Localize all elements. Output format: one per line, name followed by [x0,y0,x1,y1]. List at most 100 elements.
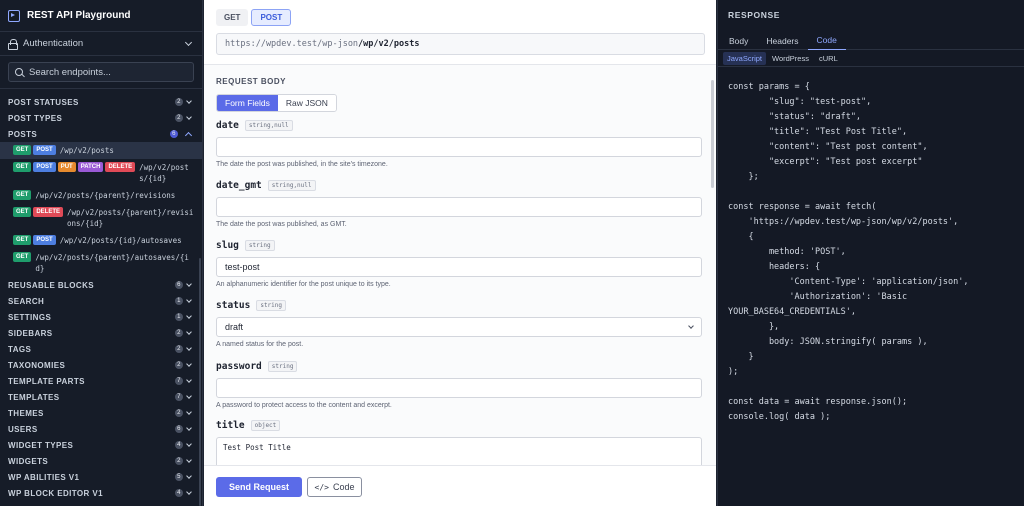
method-tab-post[interactable]: POST [251,9,292,26]
slug-input[interactable]: test-post [216,257,702,277]
chevron-down-icon [186,280,192,287]
method-badges: GET [13,190,32,200]
route-item[interactable]: GET/wp/v2/posts/{parent}/autosaves/{id} [0,249,202,277]
route-path: /wp/v2/posts/{parent}/revisions [35,191,176,200]
category-posts[interactable]: POSTS 6 [0,126,202,142]
chevron-down-icon [186,113,192,120]
authentication-label: Authentication [23,38,84,49]
date-input[interactable] [216,137,702,157]
app-header: REST API Playground [0,0,202,32]
language-tabs: JavaScript WordPress cURL [718,51,1024,67]
category-post-types[interactable]: POST TYPES 2 [0,110,202,126]
category-users[interactable]: USERS 6 [0,421,202,437]
method-badge-get: GET [13,162,32,172]
category-themes[interactable]: THEMES 2 [0,405,202,421]
lang-tab-javascript[interactable]: JavaScript [723,52,767,65]
method-tab-get[interactable]: GET [216,9,249,26]
category-wp-abilities-v1[interactable]: WP ABILITIES V1 5 [0,469,202,485]
route-item[interactable]: GET DELETE/wp/v2/posts/{parent}/revisions… [0,204,202,232]
chevron-up-icon [184,131,193,139]
category-widgets[interactable]: WIDGETS 2 [0,453,202,469]
category-count: 2 [175,409,183,417]
route-item[interactable]: GET/wp/v2/posts/{parent}/revisions [0,187,202,204]
password-input[interactable] [216,378,702,398]
route-path: /wp/v2/posts/{id} [139,163,189,183]
field-title: title object Test Post Title [216,419,702,465]
search-box [8,62,194,82]
send-request-button[interactable]: Send Request [216,477,302,497]
category-taxonomies[interactable]: TAXONOMIES 2 [0,357,202,373]
category-count: 4 [175,489,183,497]
category-count: 2 [175,98,183,106]
title-textarea[interactable]: Test Post Title [216,437,702,465]
route-path: /wp/v2/posts/{id}/autosaves [59,236,182,245]
chevron-down-icon [186,344,192,351]
route-item[interactable]: GET POST PUT PATCH DELETE/wp/v2/posts/{id} [0,159,202,187]
tab-form-fields[interactable]: Form Fields [217,95,278,111]
sidebar: REST API Playground Authentication POST … [0,0,203,506]
chevron-down-icon [186,328,192,335]
route-item[interactable]: GET POST/wp/v2/posts/{id}/autosaves [0,232,202,249]
authentication-toggle[interactable]: Authentication [0,32,202,56]
search-input[interactable] [29,66,179,78]
tab-body[interactable]: Body [720,31,757,50]
search-area [0,56,202,89]
category-wp-block-editor-v1[interactable]: WP BLOCK EDITOR V1 4 [0,485,202,501]
category-count: 7 [175,377,183,385]
category-count: 2 [175,329,183,337]
field-type-badge: string,null [267,180,316,191]
category-label: REUSABLE BLOCKS [8,280,95,290]
category-label: POST TYPES [8,113,63,123]
form-scrollbar[interactable] [711,80,714,188]
method-badges: GET DELETE [13,207,64,217]
category-label: TAXONOMIES [8,360,66,370]
field-description: The date the post was published, in the … [216,161,388,168]
category-settings[interactable]: SETTINGS 1 [0,309,202,325]
category-post-statuses[interactable]: POST STATUSES 2 [0,94,202,110]
tab-headers[interactable]: Headers [757,31,807,50]
field-description: A named status for the post. [216,341,304,348]
category-reusable-blocks[interactable]: REUSABLE BLOCKS 6 [0,277,202,293]
sidebar-scrollbar[interactable] [199,258,201,506]
code-icon: </> [314,482,329,492]
code-button[interactable]: </> Code [307,477,362,497]
chevron-down-icon [186,424,192,431]
category-count: 1 [175,313,183,321]
category-widget-types[interactable]: WIDGET TYPES 4 [0,437,202,453]
category-template-parts[interactable]: TEMPLATE PARTS 7 [0,373,202,389]
field-description: A password to protect access to the cont… [216,402,392,409]
tab-raw-json[interactable]: Raw JSON [277,95,336,111]
category-count: 2 [175,345,183,353]
method-badge-get: GET [13,145,32,155]
chevron-down-icon [186,408,192,415]
route-path: /wp/v2/posts/{parent}/autosaves/{id} [35,253,189,273]
category-count: 7 [175,393,183,401]
status-select[interactable]: draft [216,317,702,337]
route-path: /wp/v2/posts/{parent}/revisions/{id} [67,208,194,228]
body-mode-tabs: Form Fields Raw JSON [216,94,337,112]
field-header: date string,null [216,119,702,132]
category-label: SETTINGS [8,312,52,322]
tab-code[interactable]: Code [807,31,846,50]
method-badge-put: PUT [57,162,76,172]
lang-tab-curl[interactable]: cURL [815,52,842,65]
category-tags[interactable]: TAGS 2 [0,341,202,357]
field-description: An alphanumeric identifier for the post … [216,281,391,288]
date-gmt-input[interactable] [216,197,702,217]
url-field[interactable]: https://wpdev.test/wp-json/wp/v2/posts [216,33,705,55]
field-name: date [216,120,239,131]
field-slug: slug string test-post An alphanumeric ident… [216,239,702,288]
lang-tab-wordpress[interactable]: WordPress [768,52,813,65]
method-selector: GET POST [216,9,292,26]
chevron-down-icon [186,440,192,447]
category-sidebars[interactable]: SIDEBARS 2 [0,325,202,341]
category-label: TEMPLATE PARTS [8,376,85,386]
category-count: 2 [175,114,183,122]
category-search[interactable]: SEARCH 1 [0,293,202,309]
route-item[interactable]: GET POST/wp/v2/posts [0,142,202,159]
field-type-badge: string [267,361,298,372]
chevron-down-icon [184,38,193,46]
category-label: TAGS [8,344,32,354]
method-badge-delete: DELETE [105,162,136,172]
category-templates[interactable]: TEMPLATES 7 [0,389,202,405]
